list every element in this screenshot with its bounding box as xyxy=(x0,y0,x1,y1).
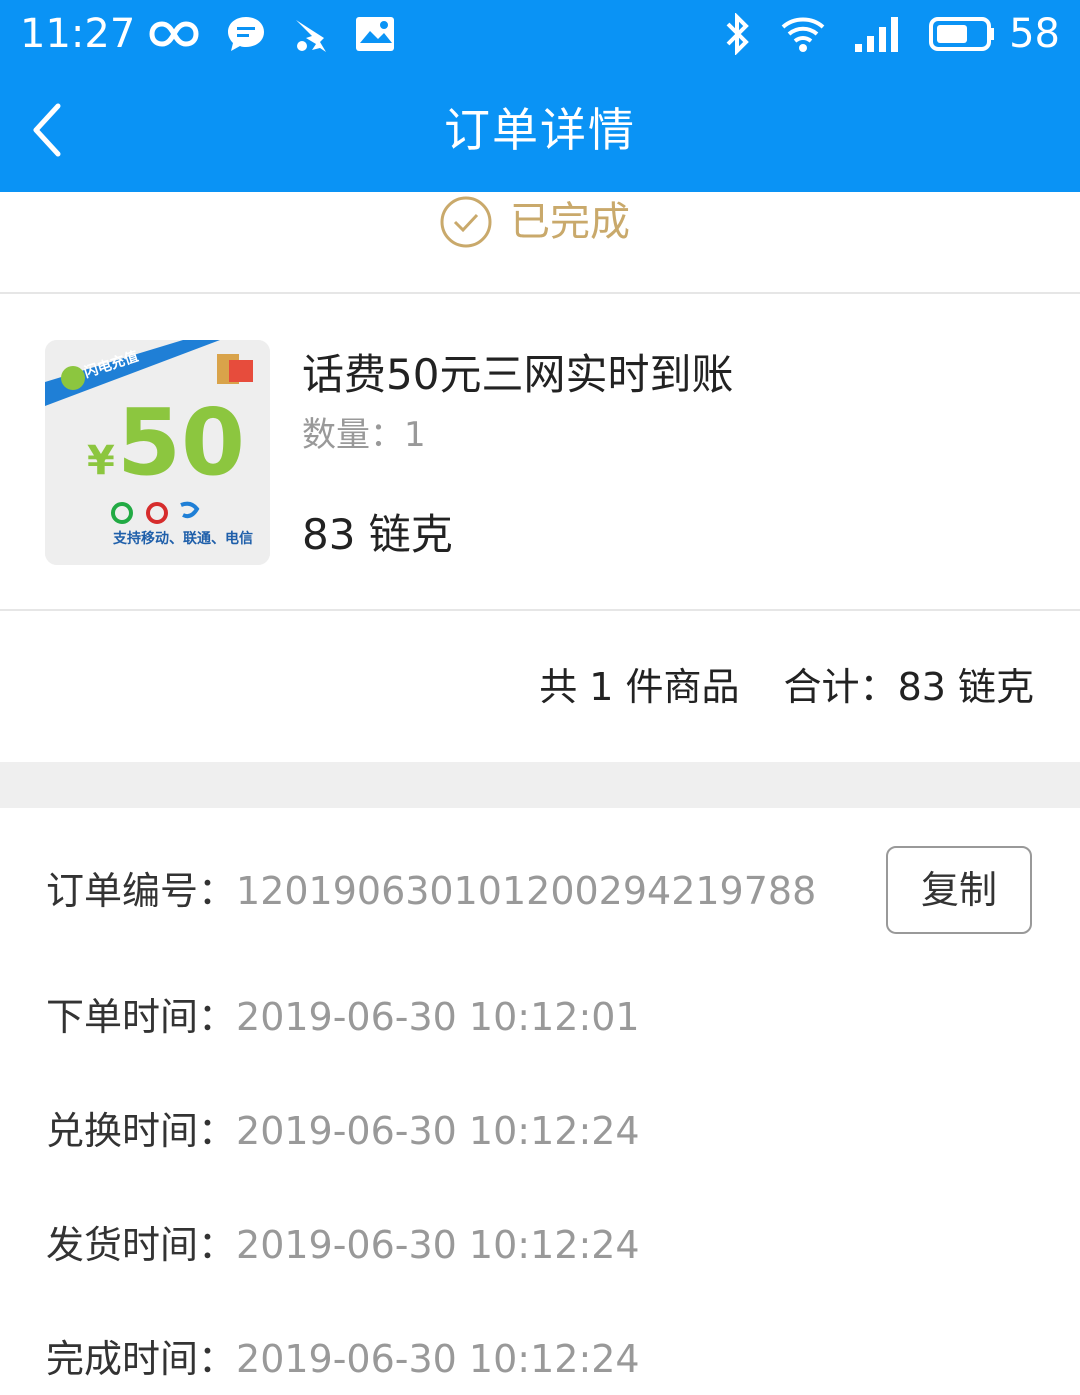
info-value: 2019-06-30 10:12:24 xyxy=(236,1337,640,1381)
total-label: 合计： xyxy=(783,665,898,709)
status-time: 11:27 xyxy=(20,11,136,57)
signal-icon xyxy=(855,17,899,52)
product-price: 83 链克 xyxy=(302,510,453,559)
battery-icon xyxy=(929,17,995,51)
exchange-time-row: 兑换时间： 2019-06-30 10:12:24 xyxy=(46,1106,640,1156)
divider xyxy=(0,609,1080,611)
order-status: 已完成 xyxy=(0,192,1080,292)
info-label: 兑换时间： xyxy=(46,1109,237,1153)
wifi-icon xyxy=(781,17,825,52)
info-value: 2019-06-30 10:12:24 xyxy=(236,1223,640,1267)
battery-percent: 58 xyxy=(1009,11,1060,57)
status-text: 已完成 xyxy=(510,199,630,245)
order-number: 120190630101200294219788 xyxy=(236,869,817,913)
product-title[interactable]: 话费50元三网实时到账 xyxy=(302,348,733,402)
info-value: 2019-06-30 10:12:01 xyxy=(236,995,640,1039)
complete-time-row: 完成时间： 2019-06-30 10:12:24 xyxy=(46,1334,640,1384)
info-value: 2019-06-30 10:12:24 xyxy=(236,1109,640,1153)
quantity-label: 数量： xyxy=(302,415,404,455)
bluetooth-icon xyxy=(726,13,749,55)
check-circle-icon xyxy=(440,196,492,248)
image-message-icon xyxy=(356,17,394,51)
quantity-value: 1 xyxy=(404,415,426,455)
nav-bar: 订单详情 xyxy=(0,70,1080,192)
divider xyxy=(0,292,1080,294)
product-image-caption: 支持移动、联通、电信 xyxy=(113,531,253,547)
info-label: 订单编号： xyxy=(46,869,237,913)
order-number-row: 订单编号： 120190630101200294219788 xyxy=(46,866,816,916)
notification-icons xyxy=(148,14,396,54)
info-label: 下单时间： xyxy=(46,995,237,1039)
product-image[interactable]: 闪电充值 ¥ 50 支持移动、联通、电信 xyxy=(45,340,270,565)
total-value: 83 链克 xyxy=(897,665,1034,709)
order-summary: 共 1 件商品 合计：83 链克 xyxy=(539,662,1034,712)
product-image-amount: 50 xyxy=(117,389,246,496)
ship-time-row: 发货时间： 2019-06-30 10:12:24 xyxy=(46,1220,640,1270)
order-total: 合计：83 链克 xyxy=(784,662,1034,712)
info-label: 发货时间： xyxy=(46,1223,237,1267)
section-separator xyxy=(0,762,1080,808)
product-image-currency: ¥ xyxy=(87,438,115,484)
chat-bubble-icon xyxy=(228,17,264,51)
product-quantity: 数量：1 xyxy=(302,412,426,458)
item-count: 共 1 件商品 xyxy=(539,665,740,709)
app-bird-icon xyxy=(296,20,326,52)
copy-button[interactable]: 复制 xyxy=(886,846,1032,934)
system-status-icons: 58 xyxy=(723,10,1060,58)
status-bar: 11:27 58 xyxy=(0,0,1080,70)
order-time-row: 下单时间： 2019-06-30 10:12:01 xyxy=(46,992,640,1042)
infinity-icon xyxy=(149,21,199,47)
page-title: 订单详情 xyxy=(444,103,636,157)
info-label: 完成时间： xyxy=(46,1337,237,1381)
